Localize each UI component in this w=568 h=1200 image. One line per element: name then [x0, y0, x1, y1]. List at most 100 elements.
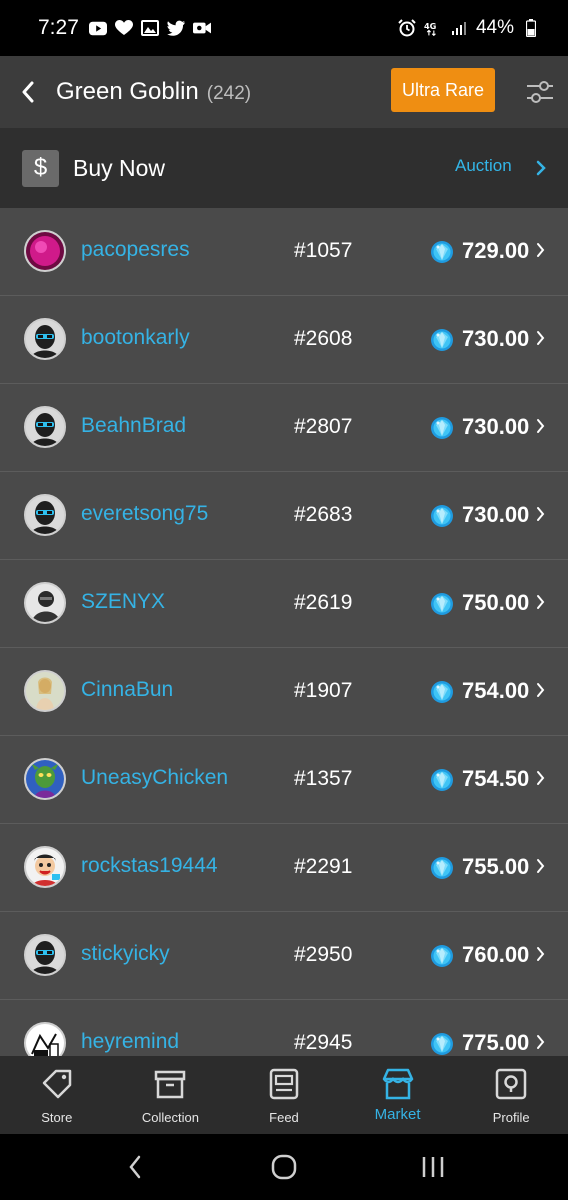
signal-icon	[450, 19, 468, 37]
avatar[interactable]	[24, 934, 66, 976]
seller-username[interactable]: SZENYX	[81, 590, 165, 614]
serial-number: #2608	[294, 327, 353, 350]
listing-row[interactable]: everetsong75 #2683 730.00	[0, 472, 568, 560]
nav-label: Store	[41, 1110, 73, 1125]
chevron-right-icon	[536, 329, 546, 347]
listing-list: pacopesres #1057 729.00 bootonkarly #2608 730…	[0, 208, 568, 1056]
avatar[interactable]	[24, 318, 66, 360]
serial-number: #1357	[294, 767, 353, 790]
filter-button[interactable]	[520, 72, 560, 112]
avatar[interactable]	[24, 230, 66, 272]
image-icon	[140, 19, 159, 37]
avatar[interactable]	[24, 670, 66, 712]
gem-currency-icon	[430, 328, 454, 352]
serial-number: #1907	[294, 679, 353, 702]
chevron-left-icon	[22, 81, 34, 103]
avatar[interactable]	[24, 758, 66, 800]
chevron-right-icon	[536, 593, 546, 611]
avatar[interactable]	[24, 494, 66, 536]
feed-icon	[266, 1066, 302, 1102]
seller-username[interactable]: rockstas19444	[81, 854, 218, 878]
avatar[interactable]	[24, 1022, 66, 1056]
price: 760.00	[462, 942, 530, 967]
listing-row[interactable]: UneasyChicken #1357 754.50	[0, 736, 568, 824]
price: 730.00	[462, 414, 530, 439]
gem-currency-icon	[430, 416, 454, 440]
nav-tab-store[interactable]: Store	[0, 1056, 114, 1134]
listing-row[interactable]: rockstas19444 #2291 755.00	[0, 824, 568, 912]
nav-tab-profile[interactable]: Profile	[454, 1056, 568, 1134]
system-back-button[interactable]	[105, 1137, 165, 1197]
home-circle-icon	[271, 1154, 297, 1180]
system-navigation	[0, 1134, 568, 1200]
listing-row[interactable]: heyremind #2945 775.00	[0, 1000, 568, 1056]
nav-label: Profile	[492, 1110, 530, 1125]
listing-row[interactable]: pacopesres #1057 729.00	[0, 208, 568, 296]
nav-tab-market[interactable]: Market	[341, 1056, 455, 1134]
gem-currency-icon	[430, 856, 454, 880]
nav-tab-feed[interactable]: Feed	[227, 1056, 341, 1134]
chevron-right-icon[interactable]	[536, 156, 550, 180]
listing-row[interactable]: BeahnBrad #2807 730.00	[0, 384, 568, 472]
bottom-navigation: Store Collection Feed Market Profile	[0, 1056, 568, 1134]
system-recents-button[interactable]	[403, 1137, 463, 1197]
chevron-right-icon	[536, 1033, 546, 1051]
seller-username[interactable]: heyremind	[81, 1030, 179, 1054]
gem-currency-icon	[430, 1032, 454, 1056]
battery-percent: 44%	[475, 17, 514, 38]
back-button[interactable]	[0, 56, 56, 128]
avatar[interactable]	[24, 406, 66, 448]
seller-username[interactable]: everetsong75	[81, 502, 208, 526]
serial-number: #2291	[294, 855, 353, 878]
seller-username[interactable]: pacopesres	[81, 238, 190, 262]
price: 750.00	[462, 590, 530, 615]
alarm-icon	[398, 19, 416, 37]
seller-username[interactable]: UneasyChicken	[81, 766, 228, 790]
price: 730.00	[462, 326, 530, 351]
nav-label: Feed	[269, 1110, 299, 1125]
battery-icon	[522, 19, 540, 37]
tag-icon	[39, 1066, 75, 1102]
price: 775.00	[462, 1030, 530, 1055]
gem-currency-icon	[430, 944, 454, 968]
avatar[interactable]	[24, 846, 66, 888]
chevron-right-icon	[536, 505, 546, 523]
youtube-icon	[88, 19, 107, 37]
serial-number: #2945	[294, 1031, 353, 1054]
auction-link[interactable]: Auction	[455, 156, 512, 176]
seller-username[interactable]: bootonkarly	[81, 326, 190, 350]
chevron-right-icon	[536, 417, 546, 435]
price: 729.00	[462, 238, 530, 263]
network-4g-icon: 4G	[424, 19, 442, 37]
chevron-right-icon	[536, 857, 546, 875]
chevron-right-icon	[536, 769, 546, 787]
box-icon	[152, 1066, 188, 1102]
price: 755.00	[462, 854, 530, 879]
twitter-icon	[166, 19, 185, 37]
rarity-button[interactable]: Ultra Rare	[391, 68, 495, 112]
nav-label: Market	[374, 1106, 421, 1123]
title-text: Green Goblin	[56, 78, 199, 105]
page-title: Green Goblin (242)	[56, 78, 251, 106]
listing-row[interactable]: SZENYX #2619 750.00	[0, 560, 568, 648]
status-bar: 7:27 4G 44%	[0, 0, 568, 56]
buy-now-bar: $ Buy Now Auction	[0, 128, 568, 208]
system-home-button[interactable]	[254, 1137, 314, 1197]
seller-username[interactable]: stickyicky	[81, 942, 170, 966]
listing-row[interactable]: bootonkarly #2608 730.00	[0, 296, 568, 384]
listing-row[interactable]: CinnaBun #1907 754.00	[0, 648, 568, 736]
heart-icon	[114, 19, 133, 37]
listing-row[interactable]: stickyicky #2950 760.00	[0, 912, 568, 1000]
nav-tab-collection[interactable]: Collection	[114, 1056, 228, 1134]
avatar[interactable]	[24, 582, 66, 624]
seller-username[interactable]: BeahnBrad	[81, 414, 186, 438]
price: 730.00	[462, 502, 530, 527]
title-count: (242)	[206, 83, 252, 104]
video-call-icon	[192, 19, 211, 37]
status-time: 7:27	[38, 16, 79, 39]
sliders-icon	[527, 81, 553, 103]
gem-currency-icon	[430, 768, 454, 792]
profile-icon	[493, 1066, 529, 1102]
serial-number: #2683	[294, 503, 353, 526]
seller-username[interactable]: CinnaBun	[81, 678, 173, 702]
